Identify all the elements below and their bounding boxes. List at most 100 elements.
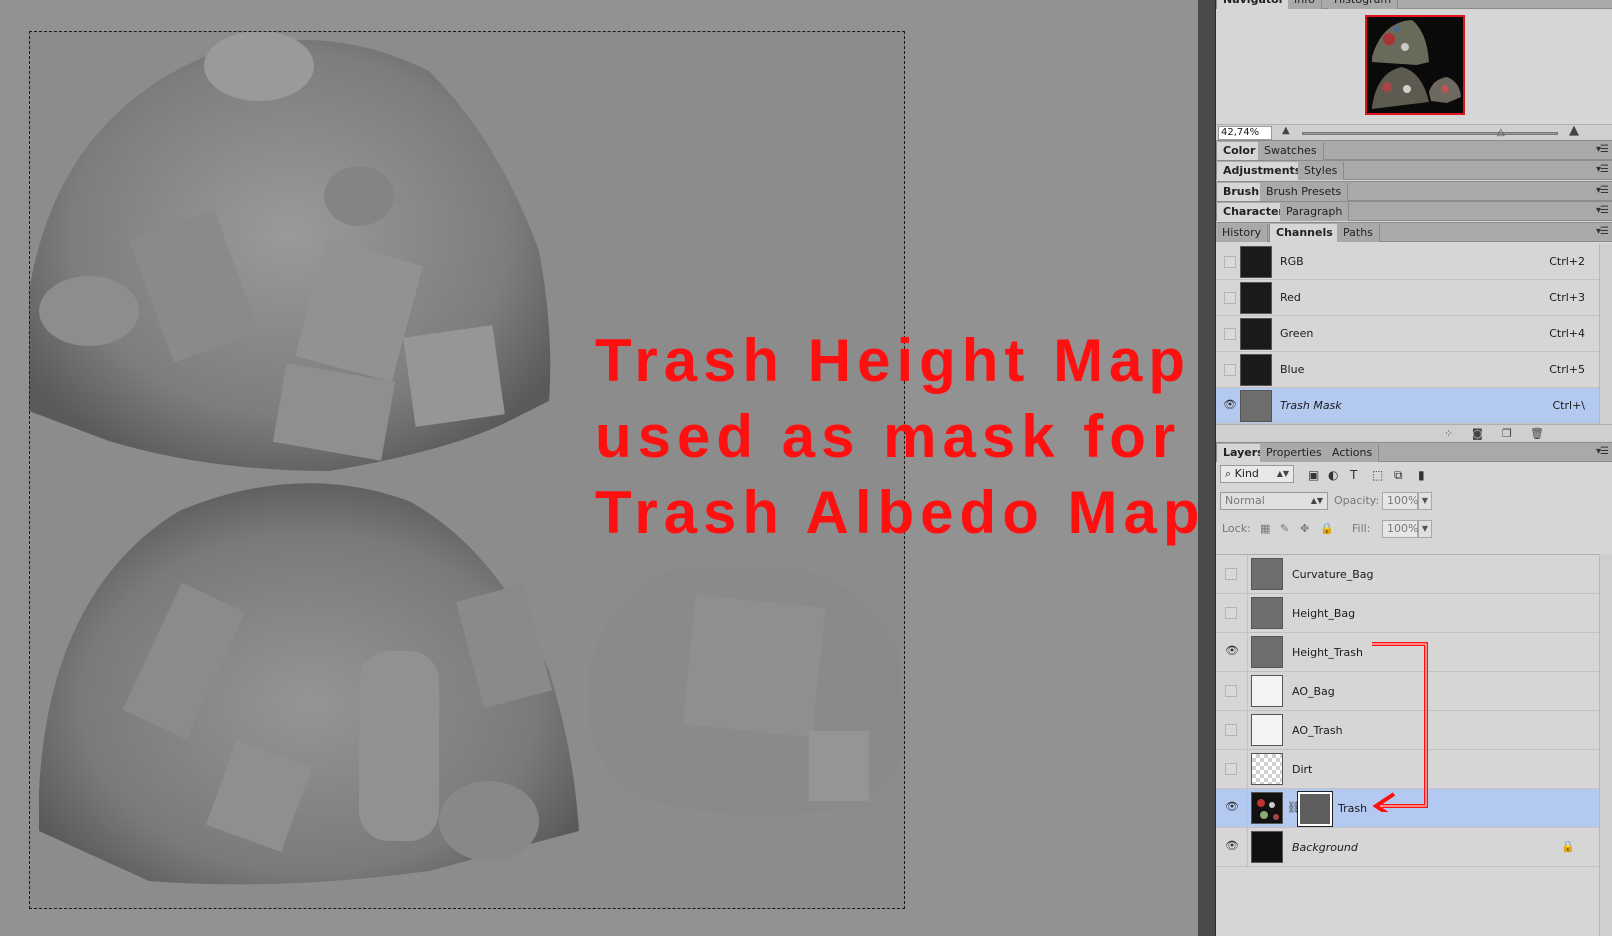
zoom-slider[interactable]: △ xyxy=(1302,127,1558,138)
smart-object-filter-icon[interactable]: ⧉ xyxy=(1394,468,1403,483)
tab-properties[interactable]: Properties xyxy=(1260,444,1329,462)
channels-tabbar: History Channels Paths ▾☰ xyxy=(1216,222,1612,242)
adjustment-filter-icon[interactable]: ◐ xyxy=(1328,468,1338,482)
search-icon: ⌕ xyxy=(1225,467,1235,480)
opacity-dropdown[interactable]: ▼ xyxy=(1418,492,1432,510)
panel-menu-icon[interactable]: ▾☰ xyxy=(1596,164,1609,175)
filter-kind-value: Kind xyxy=(1234,467,1259,480)
layer-mask-thumbnail[interactable] xyxy=(1297,791,1333,827)
tab-color[interactable]: Color xyxy=(1216,142,1263,160)
layers-scrollbar[interactable] xyxy=(1599,554,1612,936)
layer-thumbnail xyxy=(1251,597,1283,629)
tab-histogram[interactable]: Histogram xyxy=(1328,0,1399,9)
tab-adjustments[interactable]: Adjustments xyxy=(1216,162,1309,180)
layer-row-ao-bag[interactable]: AO_Bag xyxy=(1216,672,1599,711)
eye-icon[interactable]: 👁 xyxy=(1225,840,1239,852)
layer-row-ao-trash[interactable]: AO_Trash xyxy=(1216,711,1599,750)
tab-channels[interactable]: Channels xyxy=(1269,224,1340,242)
channel-row-green[interactable]: Green Ctrl+4 xyxy=(1216,316,1599,352)
tab-info[interactable]: Info xyxy=(1288,0,1322,9)
visibility-cell[interactable]: 👁 xyxy=(1216,828,1248,866)
visibility-cell[interactable] xyxy=(1216,750,1248,788)
shape-filter-icon[interactable]: ⬚ xyxy=(1372,468,1383,482)
layer-row-height-trash[interactable]: 👁 Height_Trash xyxy=(1216,633,1599,672)
type-filter-icon[interactable]: T xyxy=(1350,468,1357,482)
layer-row-dirt[interactable]: Dirt xyxy=(1216,750,1599,789)
channel-row-trash-mask[interactable]: 👁 Trash Mask Ctrl+\ xyxy=(1216,388,1599,424)
visibility-toggle[interactable] xyxy=(1225,568,1237,580)
visibility-toggle[interactable] xyxy=(1225,763,1237,775)
channel-name: Green xyxy=(1280,327,1314,340)
document-workspace[interactable]: Trash Height Map used as mask for Trash … xyxy=(0,0,1200,936)
layers-list: Curvature_Bag Height_Bag 👁 Height_Trash … xyxy=(1216,554,1599,936)
visibility-cell[interactable] xyxy=(1216,672,1248,710)
navigator-preview[interactable] xyxy=(1365,15,1465,115)
lock-transparent-icon[interactable]: ▦ xyxy=(1260,522,1270,535)
pixel-filter-icon[interactable]: ▣ xyxy=(1308,468,1319,482)
zoom-percentage-field[interactable]: 42,74% xyxy=(1218,126,1272,140)
zoom-slider-thumb[interactable]: △ xyxy=(1497,127,1507,138)
visibility-toggle[interactable] xyxy=(1224,292,1236,304)
save-selection-icon[interactable]: ◙ xyxy=(1472,427,1483,440)
tab-paragraph[interactable]: Paragraph xyxy=(1280,203,1350,221)
dock-divider[interactable] xyxy=(1198,0,1216,936)
channel-row-red[interactable]: Red Ctrl+3 xyxy=(1216,280,1599,316)
panel-menu-icon[interactable]: ▾☰ xyxy=(1596,205,1609,216)
eye-icon[interactable]: 👁 xyxy=(1225,645,1239,657)
panel-menu-icon[interactable]: ▾☰ xyxy=(1596,185,1609,196)
panel-menu-icon[interactable]: ▾☰ xyxy=(1596,226,1609,237)
channel-thumbnail xyxy=(1240,282,1272,314)
visibility-toggle[interactable] xyxy=(1224,364,1236,376)
tab-paths[interactable]: Paths xyxy=(1337,224,1380,242)
opacity-field[interactable]: 100% xyxy=(1382,492,1418,510)
trash-icon[interactable]: 🗑 xyxy=(1530,427,1544,440)
layer-row-background[interactable]: 👁 Background 🔒 xyxy=(1216,828,1599,867)
tab-history[interactable]: History xyxy=(1216,224,1269,242)
visibility-cell[interactable]: 👁 xyxy=(1216,633,1248,671)
visibility-cell[interactable] xyxy=(1216,594,1248,632)
channels-scrollbar[interactable] xyxy=(1599,244,1612,424)
lock-all-icon[interactable]: 🔒 xyxy=(1320,522,1334,535)
visibility-toggle[interactable] xyxy=(1224,256,1236,268)
layer-row-curvature-bag[interactable]: Curvature_Bag xyxy=(1216,555,1599,594)
visibility-toggle[interactable] xyxy=(1225,685,1237,697)
filter-kind-select[interactable]: ⌕ Kind ▲▼ xyxy=(1220,465,1294,483)
small-mountain-icon[interactable]: ▲ xyxy=(1282,125,1290,136)
eye-icon[interactable]: 👁 xyxy=(1223,399,1237,411)
tab-styles[interactable]: Styles xyxy=(1298,162,1345,180)
channel-row-rgb[interactable]: RGB Ctrl+2 xyxy=(1216,244,1599,280)
visibility-toggle[interactable] xyxy=(1224,328,1236,340)
panel-menu-icon[interactable]: ▾☰ xyxy=(1596,144,1609,155)
layer-row-trash[interactable]: 👁 ⛓ Trash xyxy=(1216,789,1599,828)
visibility-toggle[interactable] xyxy=(1225,607,1237,619)
layer-thumbnail xyxy=(1251,753,1283,785)
layer-name: Height_Bag xyxy=(1292,607,1356,620)
load-selection-icon[interactable]: ⁘ xyxy=(1444,427,1453,440)
channel-row-blue[interactable]: Blue Ctrl+5 xyxy=(1216,352,1599,388)
tab-actions[interactable]: Actions xyxy=(1326,444,1380,462)
tab-brush-presets[interactable]: Brush Presets xyxy=(1260,183,1349,201)
lock-icon: 🔒 xyxy=(1561,840,1575,853)
lock-brush-icon[interactable]: ✎ xyxy=(1280,522,1289,535)
tab-navigator[interactable]: Navigator xyxy=(1216,0,1292,9)
eye-icon[interactable]: 👁 xyxy=(1225,801,1239,813)
fill-dropdown[interactable]: ▼ xyxy=(1418,520,1432,538)
panel-dock: Navigator Info Histogram 42,74% ▲ △ ▲ Co… xyxy=(1216,0,1612,936)
new-channel-icon[interactable]: ❐ xyxy=(1502,427,1512,440)
visibility-cell[interactable] xyxy=(1216,711,1248,749)
fill-field[interactable]: 100% xyxy=(1382,520,1418,538)
tab-brush[interactable]: Brush xyxy=(1216,183,1267,201)
lock-move-icon[interactable]: ✥ xyxy=(1300,522,1309,535)
visibility-toggle[interactable] xyxy=(1225,724,1237,736)
large-mountain-icon[interactable]: ▲ xyxy=(1569,123,1579,138)
channel-name: Blue xyxy=(1280,363,1305,376)
layers-controls: ⌕ Kind ▲▼ ▣ ◐ T ⬚ ⧉ ▮ Normal ▲▼ Opacity:… xyxy=(1216,462,1612,554)
layer-row-height-bag[interactable]: Height_Bag xyxy=(1216,594,1599,633)
panel-menu-icon[interactable]: ▾☰ xyxy=(1596,446,1609,457)
blend-mode-select[interactable]: Normal ▲▼ xyxy=(1220,492,1328,510)
color-swatches-tabbar: Color Swatches ▾☰ xyxy=(1216,140,1612,160)
filter-toggle-icon[interactable]: ▮ xyxy=(1418,468,1425,482)
visibility-cell[interactable] xyxy=(1216,555,1248,593)
visibility-cell[interactable]: 👁 xyxy=(1216,789,1248,827)
tab-swatches[interactable]: Swatches xyxy=(1258,142,1324,160)
